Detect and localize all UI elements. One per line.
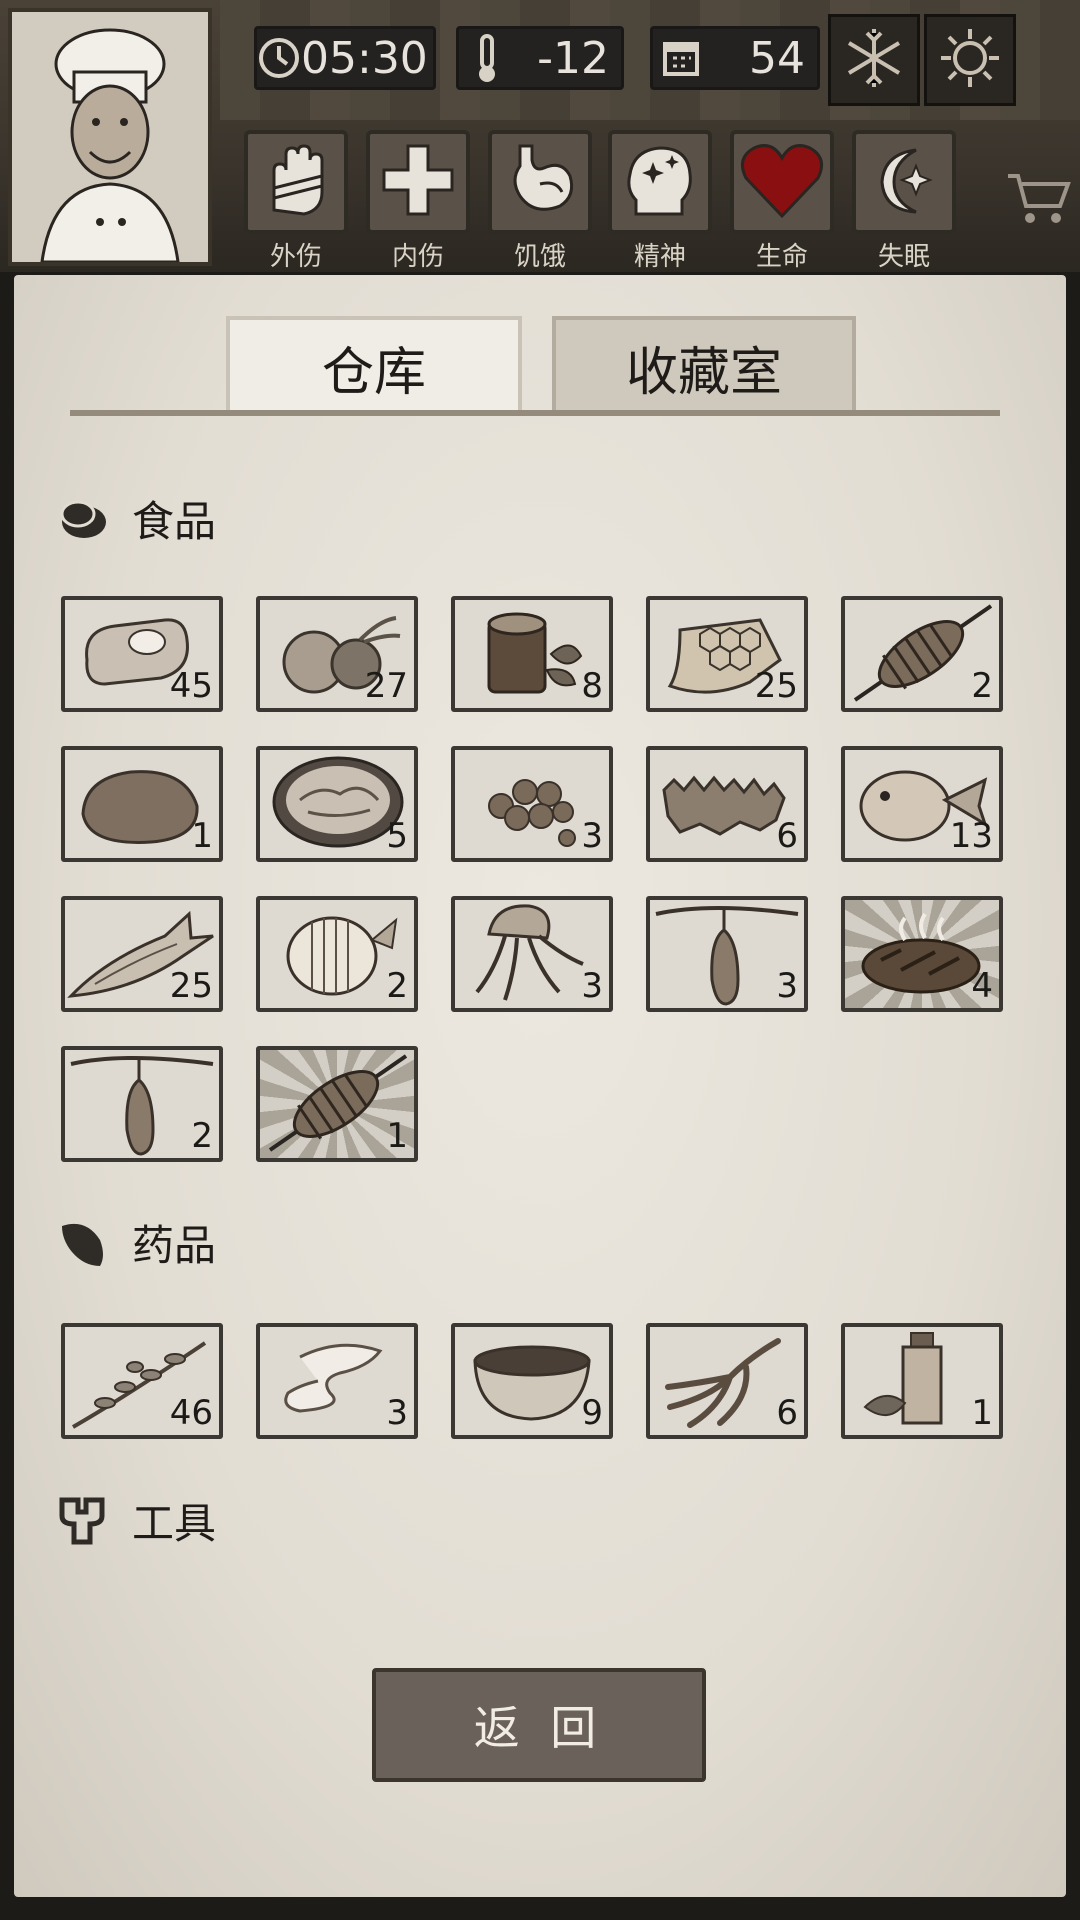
medicine-slot-bandage[interactable]: 3: [256, 1323, 418, 1439]
day-value: 54: [749, 32, 805, 84]
food-slot-potato[interactable]: 1: [61, 746, 223, 862]
head-stars-icon: [620, 140, 700, 224]
status-external-injury[interactable]: [244, 130, 348, 234]
item-count: 45: [169, 666, 213, 706]
item-count: 1: [191, 816, 213, 856]
shop-cart-button[interactable]: [1006, 170, 1072, 230]
tab-warehouse[interactable]: 仓库: [226, 316, 522, 414]
status-label: 外伤: [269, 242, 322, 272]
item-count: 25: [754, 666, 798, 706]
temperature-value: -12: [537, 32, 609, 84]
section-title-food: 食品: [132, 497, 217, 546]
clock-icon: [257, 30, 301, 86]
status-label: 精神: [633, 242, 686, 272]
status-spirit[interactable]: [608, 130, 712, 234]
cross-icon: [378, 140, 458, 224]
item-count: 25: [169, 966, 213, 1006]
food-slot-hanging-gourd[interactable]: 2: [61, 1046, 223, 1162]
snowflake-icon: [841, 25, 907, 95]
item-count: 3: [776, 966, 798, 1006]
temperature-display: -12: [456, 26, 624, 90]
chef-avatar-icon: [12, 12, 208, 264]
item-count: 3: [581, 816, 603, 856]
chef-portrait[interactable]: [8, 8, 212, 266]
back-button[interactable]: 返 回: [372, 1668, 706, 1782]
status-label: 生命: [755, 242, 808, 272]
item-count: 1: [386, 1116, 408, 1156]
item-count: 9: [581, 1393, 603, 1433]
moon-star-icon: [864, 140, 944, 224]
food-slot-steak[interactable]: 45: [61, 596, 223, 712]
item-count: 5: [386, 816, 408, 856]
leaf-icon: [56, 1216, 108, 1268]
item-count: 1: [971, 1393, 993, 1433]
status-label: 失眠: [877, 242, 930, 272]
food-slot-hanging-gourd[interactable]: 3: [646, 896, 808, 1012]
tab-collection[interactable]: 收藏室: [552, 316, 856, 414]
section-title-tools: 工具: [132, 1499, 217, 1548]
medicine-slot-herb-branch[interactable]: 46: [61, 1323, 223, 1439]
status-insomnia[interactable]: [852, 130, 956, 234]
food-slot-salmon[interactable]: 25: [61, 896, 223, 1012]
food-slot-sea-cucumber[interactable]: 6: [646, 746, 808, 862]
item-count: 6: [776, 1393, 798, 1433]
thermometer-icon: [459, 30, 515, 86]
item-count: 3: [386, 1393, 408, 1433]
item-count: 8: [581, 666, 603, 706]
bandaged-hand-icon: [256, 140, 336, 224]
medicine-slot-ginseng[interactable]: 6: [646, 1323, 808, 1439]
shopping-cart-icon: [1006, 174, 1072, 230]
food-slot-pufferfish[interactable]: 13: [841, 746, 1003, 862]
stomach-icon: [500, 140, 580, 224]
item-count: 2: [191, 1116, 213, 1156]
heart-icon: [738, 140, 826, 224]
item-count: 13: [949, 816, 993, 856]
food-slot-wood-log[interactable]: 8: [451, 596, 613, 712]
tab-divider: [70, 410, 1000, 416]
wrench-icon: [56, 1494, 108, 1546]
time-display: 05:30: [254, 26, 436, 90]
food-slot-honeycomb[interactable]: 25: [646, 596, 808, 712]
status-health[interactable]: [730, 130, 834, 234]
item-count: 6: [776, 816, 798, 856]
meat-icon: [56, 492, 108, 544]
item-count: 27: [364, 666, 408, 706]
food-slot-rice-bowl[interactable]: 5: [256, 746, 418, 862]
snow-weather-button[interactable]: [828, 14, 920, 106]
food-slot-coconut[interactable]: 27: [256, 596, 418, 712]
item-count: 3: [581, 966, 603, 1006]
status-internal-injury[interactable]: [366, 130, 470, 234]
item-count: 2: [386, 966, 408, 1006]
item-count: 46: [169, 1393, 213, 1433]
status-label: 饥饿: [513, 242, 566, 272]
food-slot-skewer[interactable]: 1: [256, 1046, 418, 1162]
status-hunger[interactable]: [488, 130, 592, 234]
food-slot-butterflyfish[interactable]: 2: [256, 896, 418, 1012]
status-label: 内伤: [391, 242, 444, 272]
time-value: 05:30: [301, 32, 428, 84]
food-slot-nuts[interactable]: 3: [451, 746, 613, 862]
food-slot-grilled-steak[interactable]: 4: [841, 896, 1003, 1012]
section-title-medicine: 药品: [132, 1221, 217, 1270]
item-count: 2: [971, 666, 993, 706]
medicine-slot-medicine-bottle[interactable]: 1: [841, 1323, 1003, 1439]
food-slot-skewer[interactable]: 2: [841, 596, 1003, 712]
sun-icon: [937, 25, 1003, 95]
day-counter: 54: [650, 26, 820, 90]
food-slot-jellyfish[interactable]: 3: [451, 896, 613, 1012]
calendar-icon: [653, 30, 709, 86]
sun-weather-button[interactable]: [924, 14, 1016, 106]
item-count: 4: [971, 966, 993, 1006]
medicine-slot-medicine-bowl[interactable]: 9: [451, 1323, 613, 1439]
